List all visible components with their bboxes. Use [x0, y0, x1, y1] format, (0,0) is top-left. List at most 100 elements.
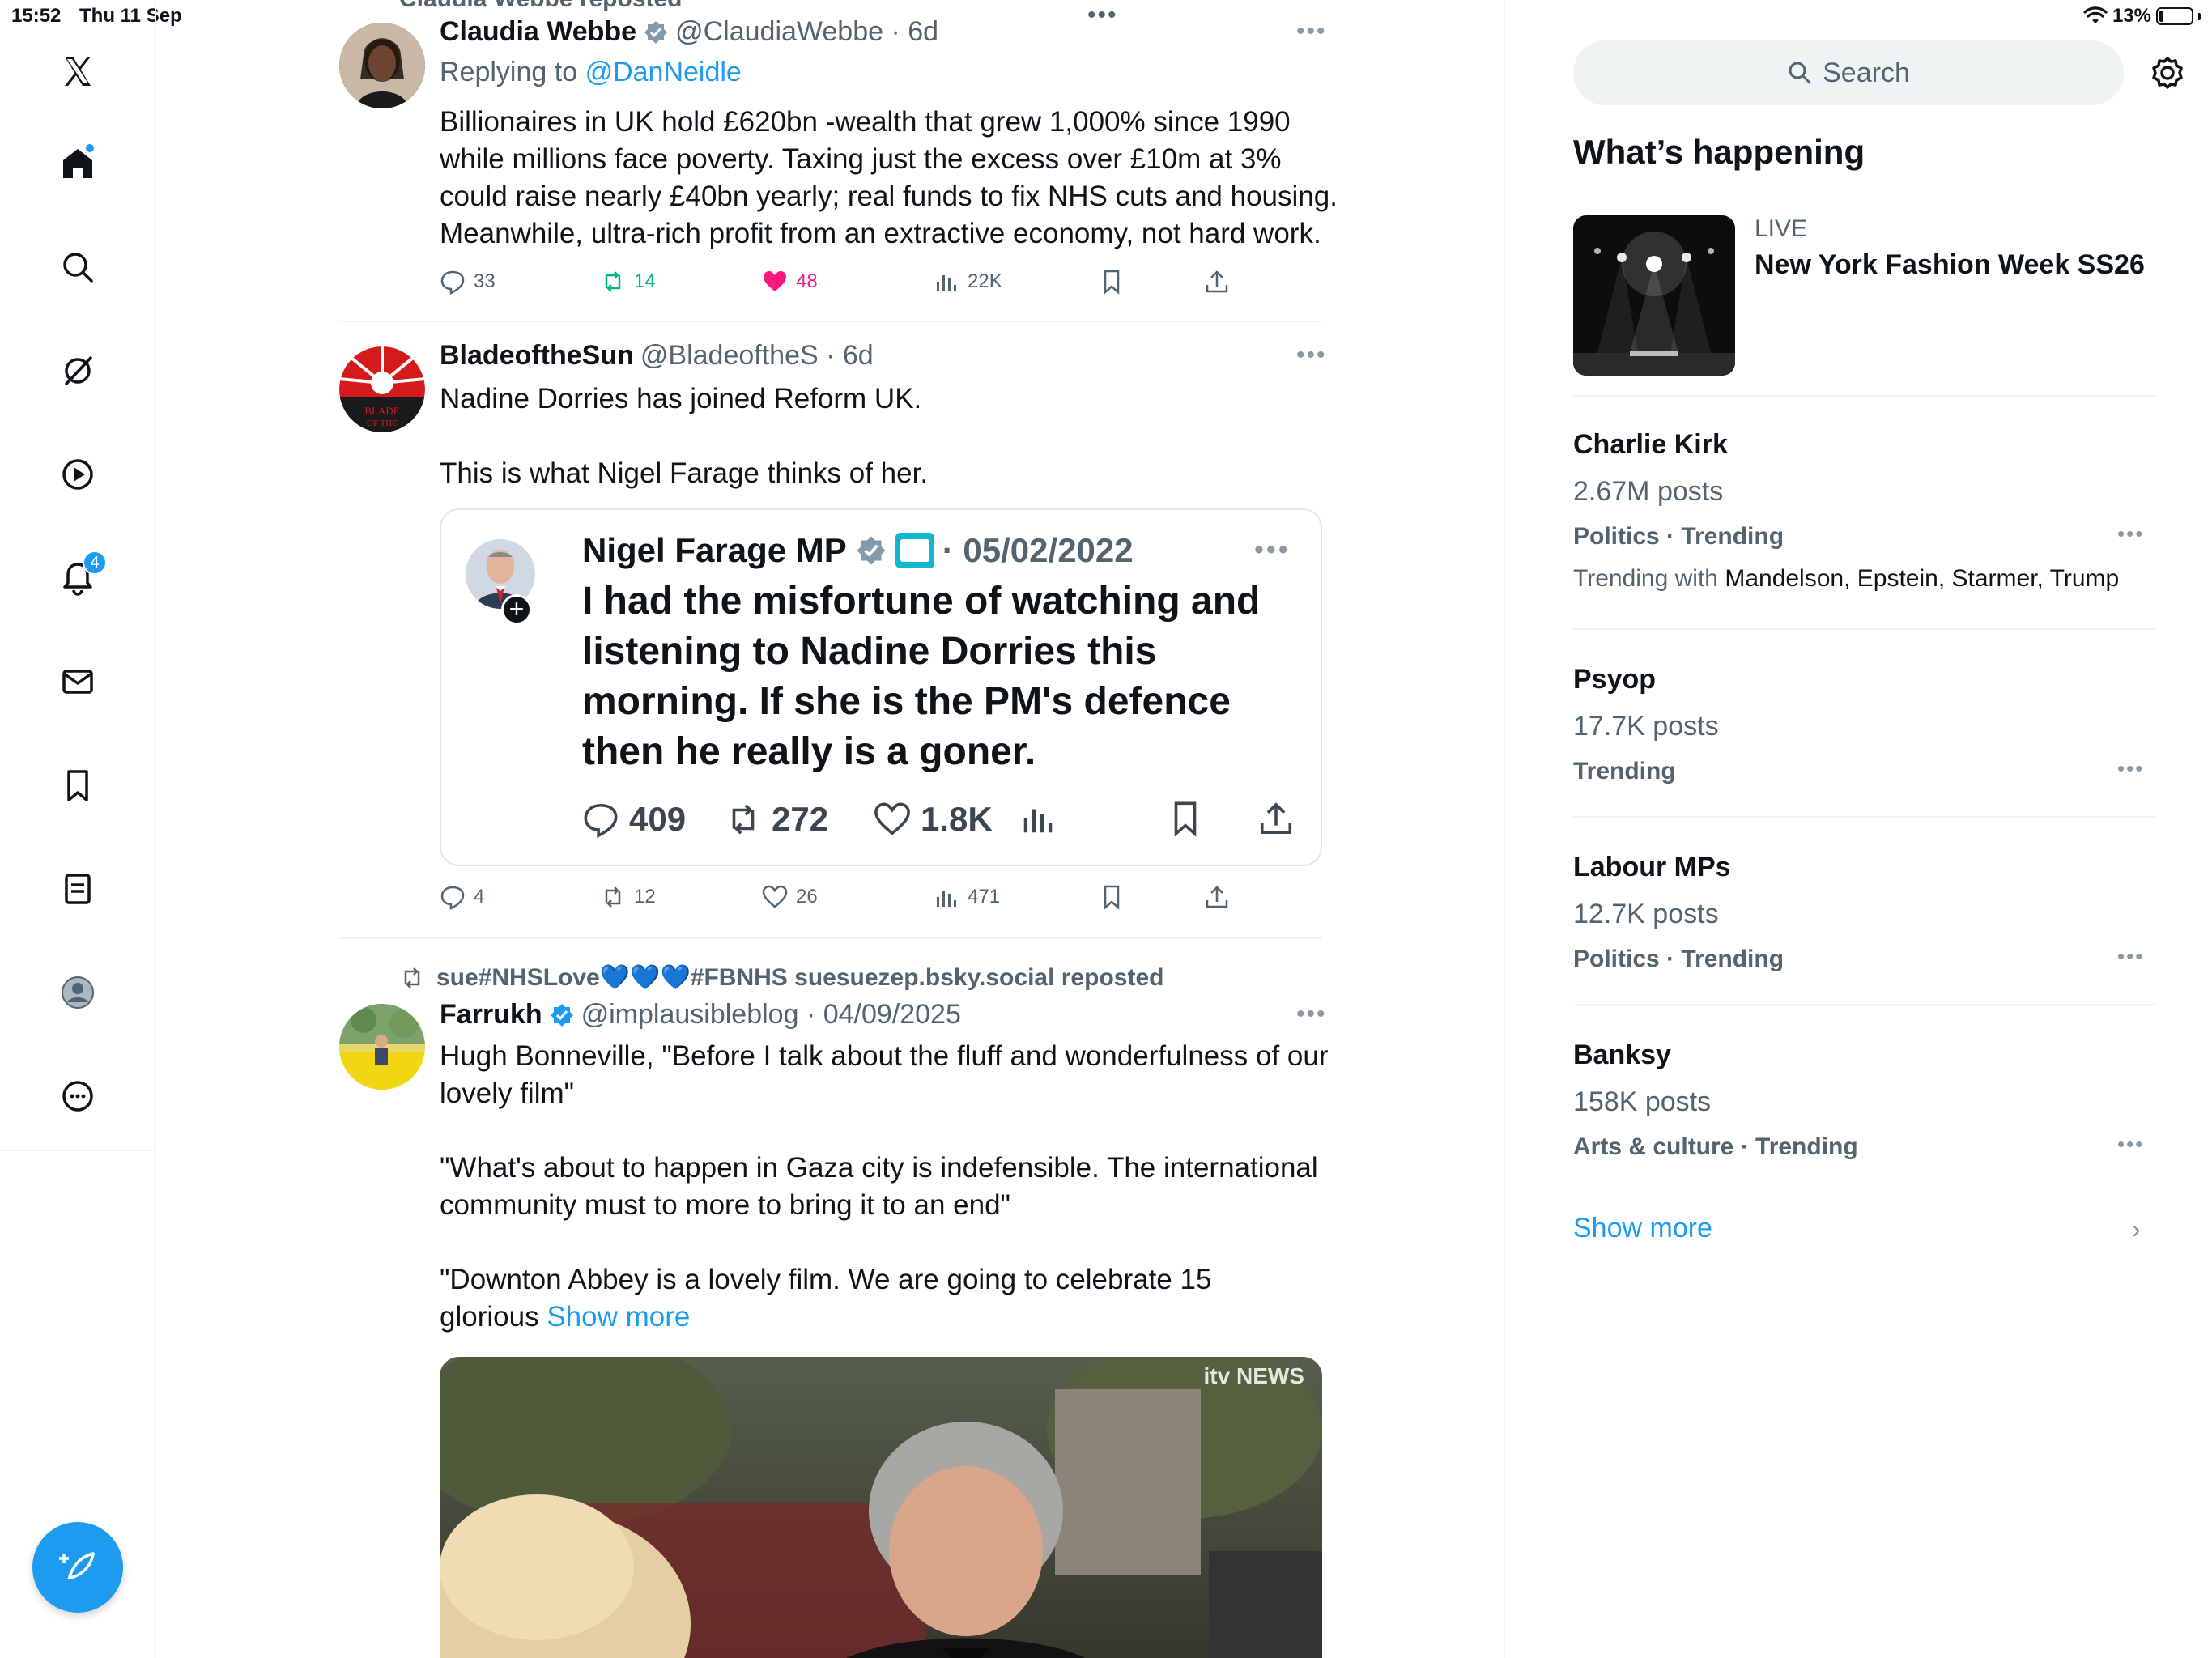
verified-grey-badge-icon — [644, 20, 668, 44]
avatar[interactable]: BLADE OF THE — [339, 346, 425, 432]
views-button[interactable]: 22K — [934, 269, 1002, 295]
tweet-header: Farrukh @implausibleblog · 04/09/2025 — [440, 999, 961, 1031]
trending-with: Trending with Mandelson, Epstein, Starme… — [1573, 565, 2119, 593]
repost-icon — [605, 271, 621, 292]
repost-icon — [404, 967, 420, 988]
repost-context-label[interactable]: sue#NHSLove💙💙💙#FBNHS suesuezep.bsky.soci… — [436, 963, 1163, 992]
reply-bubble-icon — [584, 803, 618, 838]
trend-divider — [1573, 395, 2156, 397]
trend-divider — [1573, 1004, 2156, 1005]
views-button[interactable]: 471 — [934, 884, 1000, 910]
replying-to-handle[interactable]: @DanNeidle — [585, 57, 742, 87]
author-name[interactable]: BladeoftheSun — [440, 340, 634, 372]
tweet-more-dots[interactable]: ••• — [1296, 1001, 1327, 1028]
share-button[interactable] — [1204, 269, 1230, 295]
right-sidebar: Search What’s happening LIVE New York Fa… — [1507, 0, 2212, 1658]
trend-post-count: 2.67M posts — [1573, 476, 1724, 507]
trend-more-dots[interactable]: ••• — [2117, 1132, 2144, 1157]
tweet-header: Claudia Webbe @ClaudiaWebbe · 6d — [440, 16, 938, 48]
share-upload-icon — [1206, 886, 1228, 908]
tweet-more-dots[interactable]: ••• — [1296, 18, 1327, 45]
tweet-text-line: while millions face poverty. Taxing just… — [440, 143, 1282, 175]
quote-reposts: 272 — [725, 800, 828, 839]
show-more-link[interactable]: Show more — [547, 1301, 690, 1333]
grok-icon[interactable] — [52, 345, 104, 397]
messages-envelope-icon[interactable] — [52, 656, 104, 708]
settings-gear-icon[interactable] — [2150, 55, 2185, 91]
trend-post-count: 17.7K posts — [1573, 711, 1719, 742]
profile-avatar-icon[interactable] — [52, 967, 104, 1018]
trend-more-dots[interactable]: ••• — [2117, 521, 2144, 546]
author-name[interactable]: Farrukh — [440, 999, 542, 1031]
avatar[interactable] — [339, 23, 425, 108]
heart-outline-icon — [874, 802, 910, 835]
bookmark-button[interactable] — [1099, 269, 1125, 295]
bookmark-icon — [1104, 885, 1120, 910]
reply-button[interactable]: 4 — [440, 884, 484, 910]
quote-replies: 409 — [582, 800, 686, 839]
search-input[interactable]: Search — [1573, 40, 2124, 105]
lists-icon[interactable] — [52, 863, 104, 915]
tweet-text-line: Hugh Bonneville, "Before I talk about th… — [440, 1040, 1329, 1072]
search-placeholder: Search — [1823, 57, 1910, 88]
reply-bubble-icon — [440, 886, 465, 910]
quoted-image-card[interactable]: + Nigel Farage MP · 05/02/2022 ••• I had… — [440, 508, 1322, 866]
chevron-right-icon[interactable]: › — [2132, 1214, 2141, 1244]
quote-share — [1257, 800, 1295, 837]
quote-reply-count: 409 — [629, 800, 687, 838]
quote-likes: 1.8K — [874, 800, 993, 839]
trend-more-dots[interactable]: ••• — [2117, 944, 2144, 969]
quote-like-count: 1.8K — [921, 800, 993, 838]
author-handle-time: @BladeoftheS · 6d — [640, 340, 874, 371]
video-icon[interactable] — [52, 449, 104, 500]
like-button[interactable]: 26 — [762, 884, 818, 910]
quote-text-line: I had the misfortune of watching and — [582, 580, 1261, 623]
share-button[interactable] — [1204, 884, 1230, 910]
quote-author-name: Nigel Farage MP — [582, 531, 847, 569]
reply-button[interactable]: 33 — [440, 269, 496, 295]
x-logo-icon[interactable] — [52, 45, 104, 97]
views-count: 471 — [968, 886, 1001, 908]
bookmark-button[interactable] — [1099, 884, 1125, 910]
trend-more-dots[interactable]: ••• — [2117, 756, 2144, 781]
show-more-trends-link[interactable]: Show more — [1573, 1213, 1712, 1244]
quote-header: Nigel Farage MP · 05/02/2022 — [582, 531, 1134, 570]
more-circle-icon[interactable] — [52, 1070, 104, 1122]
repost-count: 12 — [634, 886, 656, 908]
tweet-header: BladeoftheSun @BladeoftheS · 6d — [440, 340, 874, 372]
tweet-text-line: community must to more to bring it to an… — [440, 1189, 1010, 1221]
notifications-bell-icon[interactable]: 4 — [52, 551, 107, 604]
tweet-text-line: lovely film" — [440, 1078, 575, 1109]
notifications-count-badge: 4 — [83, 551, 107, 575]
avatar[interactable] — [339, 1004, 425, 1090]
like-button[interactable]: 48 — [762, 269, 818, 295]
trend-name: Charlie Kirk — [1573, 429, 1728, 460]
top-overflow-dots[interactable]: ••• — [1087, 2, 1118, 29]
trend-name: Labour MPs — [1573, 852, 1731, 882]
bookmark-icon — [1104, 270, 1120, 295]
tweet-divider — [339, 321, 1322, 322]
quote-text-line: then he really is a goner. — [582, 730, 1036, 773]
tweet-more-dots[interactable]: ••• — [1296, 342, 1327, 369]
compose-post-button[interactable] — [32, 1522, 123, 1613]
live-event-thumbnail — [1573, 215, 1735, 376]
follow-plus-icon: + — [501, 594, 532, 625]
tweet-text: Nadine Dorries has joined Reform UK. Thi… — [440, 380, 1346, 492]
quote-views — [1019, 800, 1057, 837]
like-count: 48 — [796, 270, 818, 292]
replying-to-label: Replying to — [440, 57, 578, 87]
repost-button[interactable]: 12 — [600, 884, 656, 910]
trend-divider — [1573, 816, 2156, 818]
home-icon[interactable] — [52, 138, 104, 189]
tweet-video-media[interactable]: itv NEWS — [440, 1357, 1322, 1658]
repost-button[interactable]: 14 — [600, 269, 656, 295]
author-name[interactable]: Claudia Webbe — [440, 16, 636, 48]
nav-divider — [0, 1150, 156, 1151]
trend-name: Banksy — [1573, 1039, 1671, 1070]
bookmarks-icon[interactable] — [52, 759, 104, 811]
author-handle-time: @implausibleblog · 04/09/2025 — [581, 999, 961, 1030]
tweet-text-blank — [440, 418, 1346, 455]
search-icon[interactable] — [52, 241, 104, 293]
reply-bubble-icon — [440, 270, 465, 295]
like-count: 26 — [796, 886, 818, 908]
